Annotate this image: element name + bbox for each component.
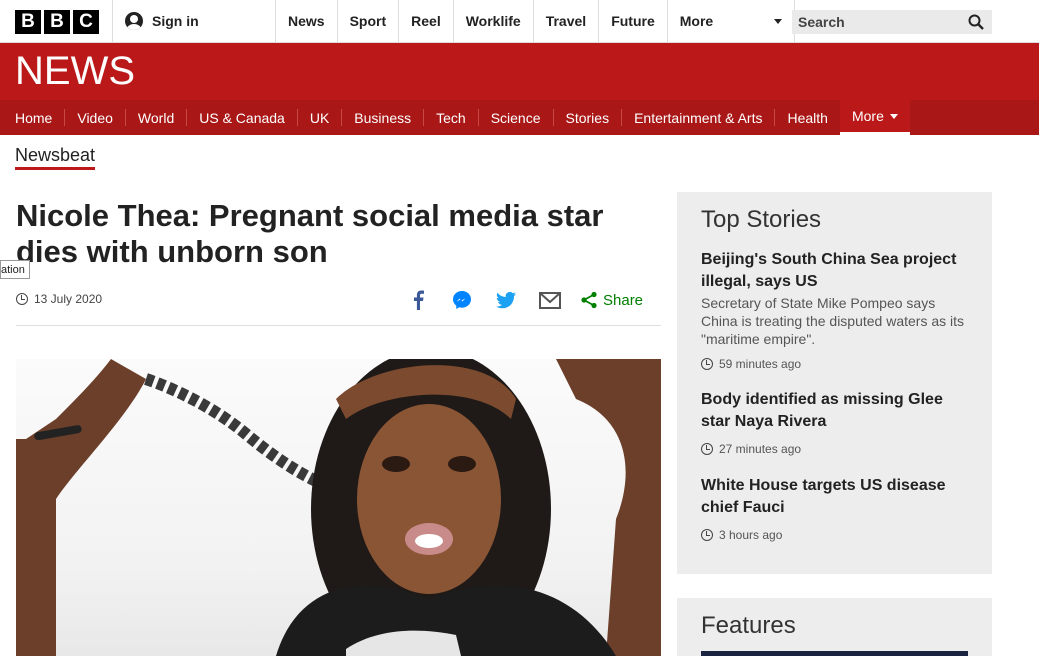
article-headline: Nicole Thea: Pregnant social media star … xyxy=(16,198,604,269)
story-summary: Secretary of State Mike Pompeo says Chin… xyxy=(701,295,965,347)
logo-letter-b1: B xyxy=(15,10,41,34)
top-nav: News Sport Reel Worklife Travel Future M… xyxy=(275,0,795,42)
share-label: Share xyxy=(603,291,644,309)
section-label-newsbeat[interactable]: Newsbeat xyxy=(15,145,96,170)
nav-more-button[interactable]: More xyxy=(839,100,910,135)
top-nav-sport[interactable]: Sport xyxy=(336,0,399,42)
features-panel: Features xyxy=(677,598,992,656)
share-button[interactable]: Share xyxy=(580,291,643,309)
divider xyxy=(16,325,661,326)
bbc-logo[interactable]: B B C xyxy=(15,10,99,34)
logo-letter-c: C xyxy=(73,10,99,34)
nav-more-label: More xyxy=(851,108,884,124)
feature-thumbnail[interactable] xyxy=(701,651,968,656)
share-icon xyxy=(581,291,597,309)
sign-in-link[interactable]: Sign in xyxy=(112,0,276,42)
sign-in-label: Sign in xyxy=(152,13,199,29)
story-time: 3 hours ago xyxy=(701,528,971,542)
nav-item-health[interactable]: Health xyxy=(775,109,839,126)
story-title[interactable]: Body identified as missing Glee star Nay… xyxy=(701,389,971,433)
top-nav-travel[interactable]: Travel xyxy=(532,0,598,42)
top-nav-news[interactable]: News xyxy=(275,0,337,42)
nav-item-video[interactable]: Video xyxy=(65,109,126,126)
nav-item-us-canada[interactable]: US & Canada xyxy=(187,109,298,126)
top-nav-worklife[interactable]: Worklife xyxy=(452,0,533,42)
top-stories-title: Top Stories xyxy=(701,206,822,233)
story-time-text: 27 minutes ago xyxy=(719,442,802,456)
search-icon[interactable] xyxy=(968,14,984,30)
article-date-text: 13 July 2020 xyxy=(34,292,103,306)
tooltip: ation xyxy=(0,260,30,279)
article-date: 13 July 2020 xyxy=(16,292,102,306)
top-stories-panel: Top Stories Beijing's South China Sea pr… xyxy=(677,192,992,574)
story-time: 59 minutes ago xyxy=(701,357,971,371)
news-logo[interactable]: NEWS xyxy=(15,49,135,94)
clock-icon xyxy=(16,293,28,305)
story-time-text: 3 hours ago xyxy=(719,528,783,542)
nav-item-tech[interactable]: Tech xyxy=(424,109,479,126)
top-bar: B B C Sign in News Sport Reel Worklife T… xyxy=(0,0,1039,43)
story-item[interactable]: White House targets US disease chief Fau… xyxy=(701,475,971,542)
clock-icon xyxy=(701,358,713,370)
clock-icon xyxy=(701,443,713,455)
share-tools: Share xyxy=(406,289,643,311)
nav-item-entertainment-arts[interactable]: Entertainment & Arts xyxy=(622,109,776,126)
story-item[interactable]: Beijing's South China Sea project illega… xyxy=(701,249,971,371)
chevron-down-icon xyxy=(773,18,782,24)
search-box[interactable] xyxy=(792,10,992,34)
news-banner: NEWS xyxy=(0,43,1039,100)
story-title[interactable]: Beijing's South China Sea project illega… xyxy=(701,249,971,293)
top-nav-future[interactable]: Future xyxy=(598,0,667,42)
story-title[interactable]: White House targets US disease chief Fau… xyxy=(701,475,971,519)
top-nav-more-label: More xyxy=(679,13,714,29)
top-nav-more-button[interactable]: More xyxy=(666,0,795,42)
nav-item-uk[interactable]: UK xyxy=(298,109,343,126)
clock-icon xyxy=(701,529,713,541)
search-input[interactable] xyxy=(798,14,958,30)
story-time-text: 59 minutes ago xyxy=(719,357,802,371)
nav-item-business[interactable]: Business xyxy=(342,109,425,126)
messenger-icon[interactable] xyxy=(450,289,474,311)
chevron-down-icon xyxy=(889,113,898,119)
article-hero-image xyxy=(16,359,661,656)
logo-letter-b2: B xyxy=(44,10,70,34)
features-title: Features xyxy=(701,612,796,639)
story-item[interactable]: Body identified as missing Glee star Nay… xyxy=(701,389,971,456)
top-nav-reel[interactable]: Reel xyxy=(398,0,453,42)
nav-item-home[interactable]: Home xyxy=(0,109,66,126)
facebook-icon[interactable] xyxy=(406,289,430,311)
nav-item-science[interactable]: Science xyxy=(479,109,554,126)
email-icon[interactable] xyxy=(538,289,562,311)
story-time: 27 minutes ago xyxy=(701,442,971,456)
nav-item-stories[interactable]: Stories xyxy=(554,109,623,126)
nav-item-world[interactable]: World xyxy=(126,109,188,126)
twitter-icon[interactable] xyxy=(494,289,518,311)
woman-photo-illustration xyxy=(16,359,661,656)
user-icon xyxy=(125,12,143,30)
main-nav: Home Video World US & Canada UK Business… xyxy=(0,100,1039,135)
